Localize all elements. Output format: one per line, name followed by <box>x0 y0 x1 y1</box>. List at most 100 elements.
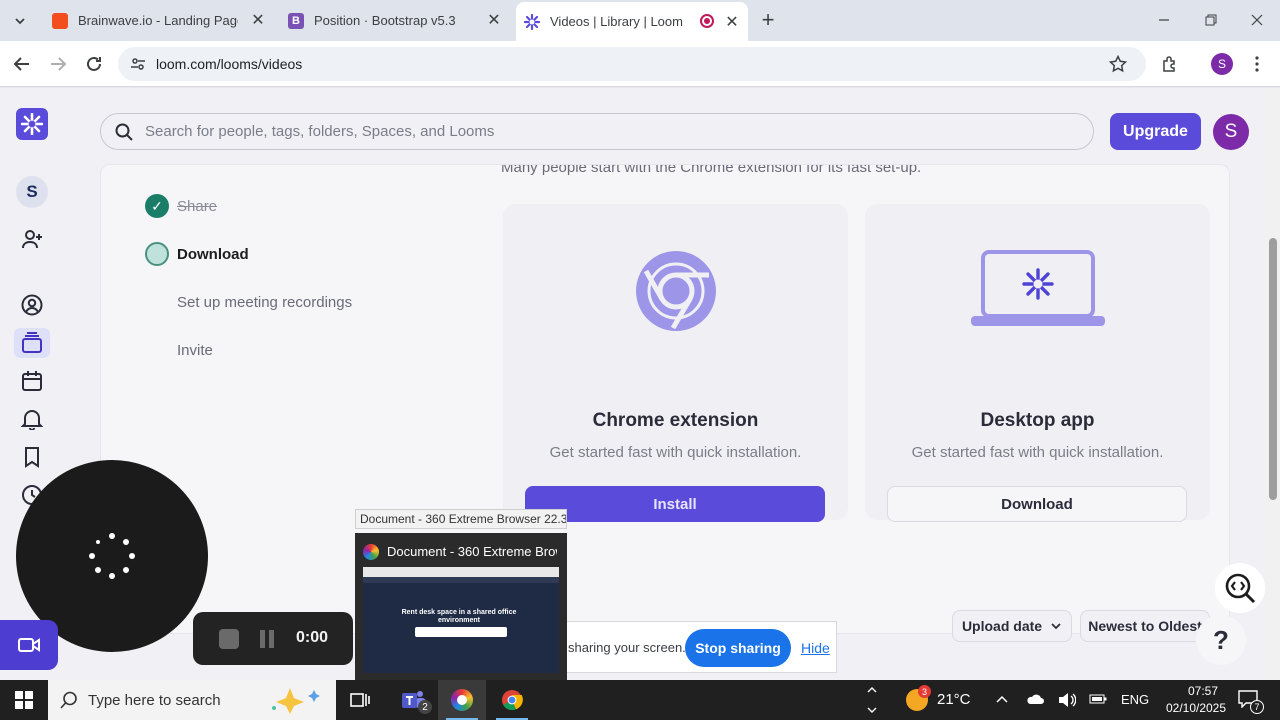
check-icon: ✓ <box>145 194 169 218</box>
close-icon[interactable]: ✕ <box>724 14 740 31</box>
tab-title: Brainwave.io - Landing Page UI <box>78 13 238 28</box>
recording-controls: 0:00 <box>193 612 353 665</box>
tab-title: Videos | Library | Loom <box>550 14 683 29</box>
loading-spinner-icon <box>88 532 136 580</box>
page-scrollbar[interactable] <box>1266 88 1280 680</box>
tab-loom-active[interactable]: Videos | Library | Loom ✕ <box>516 2 748 41</box>
upgrade-button[interactable]: Upgrade <box>1110 113 1201 150</box>
thumbnail-title: Document - 360 Extreme Browser <box>387 544 557 559</box>
thumbnail-heading: Rent desk space in a shared office envir… <box>401 609 517 624</box>
extensions-icon[interactable] <box>1158 52 1182 76</box>
windows-start-icon[interactable] <box>0 680 48 720</box>
bootstrap-favicon-icon: B <box>288 12 304 29</box>
sort-order-label: Newest to Oldest <box>1088 618 1202 634</box>
tab-brainwave[interactable]: Brainwave.io - Landing Page UI ✕ <box>44 0 274 41</box>
step-share[interactable]: ✓ Share <box>145 193 217 219</box>
scroll-thumb[interactable] <box>1269 238 1277 500</box>
weather-badge: 3 <box>918 685 931 698</box>
step-download[interactable]: Download <box>145 241 249 267</box>
camera-toggle-button[interactable] <box>0 620 58 670</box>
minimize-icon[interactable] <box>1152 8 1176 32</box>
taskbar-360-browser[interactable] <box>438 680 486 720</box>
profile-icon[interactable] <box>20 293 44 317</box>
teams-icon[interactable]: 2 <box>390 680 438 720</box>
option-description: Get started fast with quick installation… <box>549 444 802 461</box>
address-bar[interactable]: loom.com/looms/videos <box>118 47 1146 81</box>
browser-toolbar: loom.com/looms/videos <box>0 41 1280 87</box>
tab-bootstrap[interactable]: B Position · Bootstrap v5.3 ✕ <box>280 0 510 41</box>
empty-circle-icon <box>145 290 169 314</box>
restore-icon[interactable] <box>1199 8 1223 32</box>
tab-title: Position · Bootstrap v5.3 <box>314 13 456 28</box>
360-browser-icon <box>363 544 379 560</box>
windows-taskbar: Type here to search 2 3 21°C ENG 07:57 0… <box>0 680 1280 720</box>
clock-time[interactable]: 07:57 <box>1173 684 1233 698</box>
battery-icon[interactable] <box>1089 693 1107 705</box>
browser-profile-avatar[interactable]: S <box>1211 53 1233 75</box>
help-button[interactable]: ? <box>1196 615 1246 665</box>
close-window-icon[interactable] <box>1245 8 1269 32</box>
calendar-icon[interactable] <box>20 369 44 393</box>
loom-logo-icon[interactable] <box>16 108 48 140</box>
onedrive-cloud-icon[interactable] <box>1026 693 1044 705</box>
step-label: Invite <box>177 341 213 359</box>
url-text: loom.com/looms/videos <box>156 56 303 72</box>
chevron-up-icon[interactable] <box>995 693 1009 707</box>
step-meeting-recordings[interactable]: Set up meeting recordings <box>145 289 352 315</box>
new-tab-icon[interactable]: + <box>756 7 780 32</box>
sort-by-label: Upload date <box>961 618 1043 634</box>
teams-badge: 2 <box>418 700 432 714</box>
taskbar-chrome[interactable] <box>488 680 536 720</box>
stop-record-icon[interactable] <box>219 629 239 649</box>
taskbar-search-placeholder: Type here to search <box>88 692 221 709</box>
sort-by-dropdown[interactable]: Upload date <box>952 610 1072 642</box>
weather-temperature[interactable]: 21°C <box>937 691 971 708</box>
system-tray-scroll-icon[interactable] <box>866 684 878 716</box>
pause-icon[interactable] <box>259 629 275 649</box>
back-arrow-icon[interactable] <box>10 52 34 76</box>
chrome-icon <box>502 690 523 711</box>
volume-icon[interactable] <box>1058 692 1076 708</box>
notification-icon[interactable]: 7 <box>1238 690 1264 714</box>
empty-circle-icon <box>145 338 169 362</box>
video-search-fab[interactable] <box>1215 563 1265 613</box>
loom-search-box[interactable] <box>100 113 1094 150</box>
screen-sharing-bar: sharing your screen. Stop sharing Hide <box>560 621 837 673</box>
bookmark-icon[interactable] <box>20 445 44 469</box>
add-user-icon[interactable] <box>20 227 44 251</box>
taskbar-search-box[interactable]: Type here to search <box>48 680 336 720</box>
sort-order-dropdown[interactable]: Newest to Oldest <box>1080 610 1210 642</box>
recording-indicator-icon <box>700 14 714 28</box>
chrome-extension-card: Chrome extension Get started fast with q… <box>503 204 848 522</box>
workspace-avatar[interactable]: S <box>16 176 48 208</box>
site-settings-icon[interactable] <box>130 56 146 72</box>
library-icon[interactable] <box>20 331 44 355</box>
taskbar-thumbnail-preview[interactable]: Document - 360 Extreme Browser Rent desk… <box>355 533 567 680</box>
input-language[interactable]: ENG <box>1121 692 1149 707</box>
weather-icon[interactable]: 3 <box>906 685 931 711</box>
install-button[interactable]: Install <box>525 486 825 522</box>
step-label: Set up meeting recordings <box>177 293 353 311</box>
search-input[interactable] <box>145 114 1065 149</box>
close-icon[interactable]: ✕ <box>250 12 266 29</box>
search-icon <box>115 123 133 141</box>
clock-date[interactable]: 02/10/2025 <box>1156 701 1236 715</box>
hide-link[interactable]: Hide <box>801 640 830 656</box>
browser-menu-icon[interactable] <box>1245 52 1269 76</box>
forward-arrow-icon[interactable] <box>46 52 70 76</box>
option-title: Chrome extension <box>592 410 759 431</box>
download-button[interactable]: Download <box>887 486 1187 522</box>
close-icon[interactable]: ✕ <box>486 12 502 29</box>
notification-badge: 7 <box>1250 700 1264 714</box>
browser-tab-bar: Brainwave.io - Landing Page UI ✕ B Posit… <box>0 0 1280 41</box>
reload-icon[interactable] <box>82 52 106 76</box>
step-invite[interactable]: Invite <box>145 337 213 363</box>
copilot-sparkle-icon <box>266 686 326 714</box>
bookmark-star-icon[interactable] <box>1106 52 1130 76</box>
stop-sharing-button[interactable]: Stop sharing <box>685 629 791 667</box>
user-avatar[interactable]: S <box>1213 114 1249 150</box>
task-view-icon[interactable] <box>336 680 384 720</box>
tab-search-chevron-icon[interactable] <box>8 9 32 33</box>
figma-favicon-icon <box>52 12 68 29</box>
bell-icon[interactable] <box>20 407 44 431</box>
